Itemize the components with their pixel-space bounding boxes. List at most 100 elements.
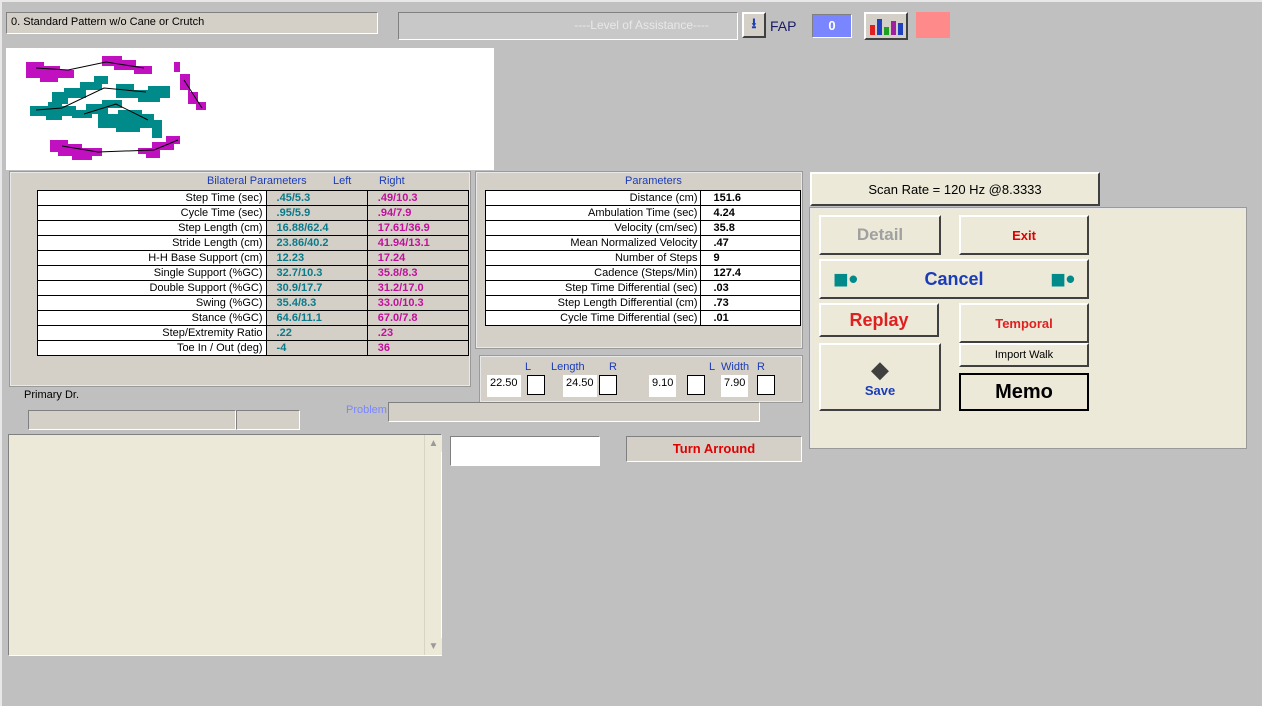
length-width-group: L Length R L Width R 22.50 24.50 9.10 7.… bbox=[479, 355, 803, 403]
left-footprint bbox=[116, 84, 170, 102]
parameter-row: Ambulation Time (sec) 4.24 bbox=[484, 205, 801, 221]
replay-label: Replay bbox=[849, 309, 909, 330]
download-button[interactable]: ⭳ bbox=[742, 12, 766, 38]
bilateral-parameters-group: Bilateral Parameters Left Right Step Tim… bbox=[9, 171, 471, 387]
fap-label: FAP bbox=[770, 18, 797, 34]
temporal-button[interactable]: Temporal bbox=[959, 303, 1089, 343]
parameter-row: Number of Steps 9 bbox=[484, 250, 801, 266]
length-left-value: 22.50 bbox=[487, 375, 521, 397]
footprint-diagram bbox=[26, 56, 206, 160]
parameter-row: Distance (cm) 151.6 bbox=[484, 190, 801, 206]
footprint-left-icon: ■• bbox=[833, 263, 858, 294]
left-value: 35.4/8.3 bbox=[265, 295, 368, 311]
param-label: Velocity (cm/sec) bbox=[484, 220, 702, 236]
right-value: 36 bbox=[366, 340, 470, 356]
right-footprint bbox=[138, 136, 180, 158]
cancel-button[interactable]: ■• Cancel ■• bbox=[819, 259, 1089, 299]
param-value: 4.24 bbox=[700, 205, 801, 221]
param-value: 9 bbox=[700, 250, 801, 266]
param-value: .03 bbox=[700, 280, 801, 296]
chart-button[interactable] bbox=[864, 12, 908, 40]
right-value: .49/10.3 bbox=[366, 190, 470, 206]
pattern-title: 0. Standard Pattern w/o Cane or Crutch bbox=[6, 12, 378, 34]
footprint-right-icon: ■• bbox=[1050, 263, 1075, 294]
width-right-value: 7.90 bbox=[721, 375, 749, 397]
bilateral-row: Stance (%GC) 64.6/11.1 67.0/7.8 bbox=[37, 310, 470, 326]
left-value: 12.23 bbox=[265, 250, 368, 266]
detail-button[interactable]: Detail bbox=[819, 215, 941, 255]
save-label: Save bbox=[864, 382, 896, 398]
notes-textarea[interactable] bbox=[8, 434, 442, 656]
problem-field[interactable] bbox=[388, 402, 760, 422]
bilateral-row: Stride Length (cm) 23.86/40.2 41.94/13.1 bbox=[37, 235, 470, 251]
left-footprint bbox=[50, 140, 102, 160]
save-button[interactable]: ◆ Save bbox=[819, 343, 941, 411]
param-label: Mean Normalized Velocity bbox=[484, 235, 702, 251]
right-value: 31.2/17.0 bbox=[366, 280, 470, 296]
download-arrow-icon: ⭳ bbox=[751, 15, 757, 31]
param-label: Double Support (%GC) bbox=[37, 280, 267, 296]
param-label: Swing (%GC) bbox=[37, 295, 267, 311]
length-left-checkbox[interactable] bbox=[527, 375, 545, 395]
exit-label: Exit bbox=[1012, 227, 1036, 243]
right-footprint bbox=[174, 62, 206, 110]
right-value: 17.61/36.9 bbox=[366, 220, 470, 236]
exit-button[interactable]: Exit bbox=[959, 215, 1089, 255]
length-right-value: 24.50 bbox=[563, 375, 597, 397]
left-value: .45/5.3 bbox=[265, 190, 368, 206]
left-value: 64.6/11.1 bbox=[265, 310, 368, 326]
param-value: .73 bbox=[700, 295, 801, 311]
scroll-up-icon[interactable]: ▲ bbox=[425, 435, 442, 452]
replay-button[interactable]: Replay bbox=[819, 303, 939, 337]
param-label: Distance (cm) bbox=[484, 190, 702, 206]
width-right-checkbox[interactable] bbox=[757, 375, 775, 395]
width-l-label: L bbox=[709, 361, 716, 373]
memo-button[interactable]: Memo bbox=[959, 373, 1089, 411]
param-label: Step Length Differential (cm) bbox=[484, 295, 702, 311]
parameters-title: Parameters bbox=[625, 175, 682, 187]
bilateral-row: H-H Base Support (cm) 12.23 17.24 bbox=[37, 250, 470, 266]
level-of-assistance-field[interactable]: ----Level of Assistance---- bbox=[398, 12, 738, 40]
param-label: Step/Extremity Ratio bbox=[37, 325, 267, 341]
parameter-row: Velocity (cm/sec) 35.8 bbox=[484, 220, 801, 236]
param-label: Cycle Time (sec) bbox=[37, 205, 267, 221]
primary-dr-field-2[interactable] bbox=[236, 410, 300, 430]
left-value: 30.9/17.7 bbox=[265, 280, 368, 296]
right-value: .94/7.9 bbox=[366, 205, 470, 221]
turn-around-button[interactable]: Turn Arround bbox=[626, 436, 802, 462]
param-value: 35.8 bbox=[700, 220, 801, 236]
right-value: 41.94/13.1 bbox=[366, 235, 470, 251]
bilateral-row: Step Time (sec) .45/5.3.49/10.3 bbox=[37, 190, 470, 206]
temporal-label: Temporal bbox=[995, 315, 1053, 331]
length-r-label: R bbox=[609, 361, 617, 373]
parameter-row: Step Time Differential (sec) .03 bbox=[484, 280, 801, 296]
bilateral-table: Step Time (sec) .45/5.3.49/10.3 Cycle Time… bbox=[37, 190, 470, 356]
param-label: Cadence (Steps/Min) bbox=[484, 265, 702, 281]
detail-label: Detail bbox=[856, 225, 904, 244]
param-label: Stride Length (cm) bbox=[37, 235, 267, 251]
param-label: Step Time (sec) bbox=[37, 190, 267, 206]
primary-dr-field[interactable] bbox=[28, 410, 236, 430]
primary-dr-label: Primary Dr. bbox=[24, 389, 79, 401]
left-header: Left bbox=[333, 175, 352, 187]
turn-around-input[interactable] bbox=[450, 436, 600, 466]
param-label: Single Support (%GC) bbox=[37, 265, 267, 281]
width-left-checkbox[interactable] bbox=[687, 375, 705, 395]
parameter-row: Cadence (Steps/Min) 127.4 bbox=[484, 265, 801, 281]
length-right-checkbox[interactable] bbox=[599, 375, 617, 395]
notes-scrollbar[interactable]: ▲ ▼ bbox=[424, 435, 442, 655]
right-value: 33.0/10.3 bbox=[366, 295, 470, 311]
left-value: 16.88/62.4 bbox=[265, 220, 368, 236]
footprint-walk-canvas bbox=[6, 48, 494, 170]
param-label: Stance (%GC) bbox=[37, 310, 267, 326]
left-value: .22 bbox=[265, 325, 368, 341]
right-value: 17.24 bbox=[366, 250, 470, 266]
left-value: 32.7/10.3 bbox=[265, 265, 368, 281]
parameter-row: Cycle Time Differential (sec) .01 bbox=[484, 310, 801, 326]
import-walk-label: Import Walk bbox=[994, 349, 1054, 361]
left-footprint bbox=[26, 62, 74, 82]
right-value: 67.0/7.8 bbox=[366, 310, 470, 326]
scroll-down-icon[interactable]: ▼ bbox=[425, 638, 442, 655]
import-walk-button[interactable]: Import Walk bbox=[959, 343, 1089, 367]
param-label: Number of Steps bbox=[484, 250, 702, 266]
